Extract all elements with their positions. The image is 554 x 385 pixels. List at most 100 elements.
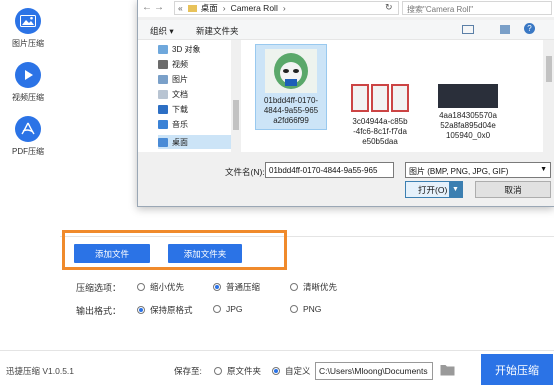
filetype-value: 图片 (BMP, PNG, JPG, GIF) <box>409 167 509 176</box>
image-icon <box>15 8 41 34</box>
pictures-icon <box>158 74 168 84</box>
sidebar-item-label: 视频压缩 <box>12 93 44 102</box>
file-item[interactable]: 3c04944a-c85b -4fc6-8c1f-f7da e50b5daa <box>344 44 416 146</box>
breadcrumb[interactable]: « 桌面 › Camera Roll › <box>174 1 399 15</box>
breadcrumb-desktop[interactable]: 桌面 <box>201 2 218 14</box>
sidebar-item-video-compress[interactable]: 视频压缩 <box>0 62 56 103</box>
tree-item-label: 视频 <box>172 59 188 69</box>
radio-custom-folder[interactable]: 自定义 <box>272 365 311 377</box>
navigation-tree: 3D 对象 视频 图片 文档 下载 音乐 桌面 <box>138 40 242 152</box>
view-options-icon[interactable] <box>462 25 474 34</box>
dialog-nav-row: ← → « 桌面 › Camera Roll › ↻ 搜索"Camera Rol… <box>138 0 554 17</box>
radio-label: 缩小优先 <box>150 282 185 292</box>
play-icon <box>15 62 41 88</box>
document-icon <box>158 89 168 99</box>
file-name-line: 4844-9a55-965 <box>263 106 319 115</box>
file-name-line: e50b5daa <box>362 137 398 146</box>
tree-item-desktop[interactable]: 桌面 <box>158 135 238 149</box>
file-list-scrollbar[interactable] <box>543 40 554 152</box>
radio-original-folder[interactable]: 原文件夹 <box>214 365 261 377</box>
file-open-dialog: ← → « 桌面 › Camera Roll › ↻ 搜索"Camera Rol… <box>137 0 554 207</box>
tree-scrollbar[interactable] <box>231 40 241 152</box>
sidebar-item-pdf-compress[interactable]: PDF压缩 <box>0 116 56 157</box>
pdf-icon <box>15 116 41 142</box>
radio-label: JPG <box>226 304 243 314</box>
output-path-input[interactable]: C:\Users\Mloong\Documents <box>315 362 433 380</box>
save-to-label: 保存至: <box>174 366 202 376</box>
preview-pane-icon[interactable] <box>500 25 510 34</box>
music-icon <box>158 119 168 129</box>
file-name-line: 01bdd4ff-0170- <box>263 96 319 105</box>
scrollbar-thumb[interactable] <box>546 56 552 82</box>
open-dropdown-icon[interactable]: ▼ <box>449 182 462 197</box>
cube-icon <box>158 44 168 54</box>
file-thumbnail <box>350 84 410 114</box>
sidebar: 图片压缩 视频压缩 PDF压缩 <box>0 0 56 350</box>
sidebar-item-image-compress[interactable]: 图片压缩 <box>0 8 56 49</box>
compress-option-label: 压缩选项： <box>76 283 122 293</box>
filetype-select[interactable]: 图片 (BMP, PNG, JPG, GIF) ▼ <box>405 162 551 178</box>
radio-circle <box>214 367 222 375</box>
file-name-line: 52a8fa895d04e <box>440 121 496 130</box>
sidebar-item-label: PDF压缩 <box>12 147 44 156</box>
radio-jpg[interactable]: JPG <box>213 304 243 314</box>
scrollbar-thumb[interactable] <box>233 100 239 130</box>
open-button[interactable]: 打开(O) ▼ <box>405 181 463 198</box>
file-item[interactable]: 4aa184305570a 52a8fa895d04e 105940_0x0 <box>432 44 504 140</box>
radio-label: 自定义 <box>285 366 311 376</box>
tree-item-label: 图片 <box>172 74 188 84</box>
add-folder-button[interactable]: 添加文件夹 <box>168 244 242 263</box>
radio-normal-compress[interactable]: 普通压缩 <box>213 281 260 293</box>
file-name-line: 105940_0x0 <box>445 131 491 140</box>
download-icon <box>158 104 168 114</box>
radio-label: 保持原格式 <box>150 305 193 315</box>
file-item[interactable]: 01bdd4ff-0170- 4844-9a55-965 a2fd66f99 <box>255 44 327 130</box>
file-name-line: -4fc6-8c1f-f7da <box>353 127 407 136</box>
radio-label: 普通压缩 <box>226 282 261 292</box>
add-file-button[interactable]: 添加文件 <box>74 244 150 263</box>
folder-icon[interactable] <box>440 363 455 377</box>
dialog-search-input[interactable]: 搜索"Camera Roll" <box>402 1 552 15</box>
version-label: 迅捷压缩 V1.0.5.1 <box>6 366 75 376</box>
file-thumbnail <box>265 49 317 93</box>
breadcrumb-overflow[interactable]: « <box>178 3 183 13</box>
start-compress-button[interactable]: 开始压缩 <box>481 354 553 385</box>
sidebar-item-label: 图片压缩 <box>12 39 44 48</box>
file-name-line: 3c04944a-c85b <box>352 117 408 126</box>
radio-circle <box>213 283 221 291</box>
tree-item-downloads[interactable]: 下载 <box>158 102 238 116</box>
tree-item-3d-objects[interactable]: 3D 对象 <box>158 42 238 56</box>
radio-label: 清晰优先 <box>303 282 338 292</box>
file-name-line: 4aa184305570a <box>439 111 497 120</box>
video-icon <box>158 59 168 69</box>
tree-item-documents[interactable]: 文档 <box>158 87 238 101</box>
radio-shrink-priority[interactable]: 缩小优先 <box>137 281 184 293</box>
tree-item-videos[interactable]: 视频 <box>158 57 238 71</box>
help-icon[interactable]: ? <box>524 23 535 34</box>
tree-item-pictures[interactable]: 图片 <box>158 72 238 86</box>
footer-bar: 迅捷压缩 V1.0.5.1 保存至: 原文件夹 自定义 C:\Users\Mlo… <box>0 350 554 385</box>
radio-circle <box>213 305 221 313</box>
filename-label: 文件名(N): <box>225 167 265 177</box>
file-thumbnail <box>438 84 498 108</box>
radio-circle <box>137 306 145 314</box>
radio-circle <box>137 283 145 291</box>
file-list: 01bdd4ff-0170- 4844-9a55-965 a2fd66f99 3… <box>242 40 554 152</box>
forward-arrow-icon[interactable]: → <box>154 2 164 13</box>
folder-icon <box>187 4 197 12</box>
back-arrow-icon[interactable]: ← <box>142 2 152 13</box>
radio-keep-format[interactable]: 保持原格式 <box>137 304 193 316</box>
radio-clarity-priority[interactable]: 清晰优先 <box>290 281 337 293</box>
refresh-icon[interactable]: ↻ <box>385 2 393 13</box>
radio-png[interactable]: PNG <box>290 304 321 314</box>
radio-circle <box>290 283 298 291</box>
cancel-button[interactable]: 取消 <box>475 181 551 198</box>
tree-item-music[interactable]: 音乐 <box>158 117 238 131</box>
app-window: 图片压缩 视频压缩 PDF压缩 添加文件 添加文件夹 压缩选项： 缩小优先 普通… <box>0 0 554 385</box>
radio-label: PNG <box>303 304 322 314</box>
radio-label: 原文件夹 <box>227 366 262 376</box>
new-folder-button[interactable]: 新建文件夹 <box>196 25 239 37</box>
filename-input[interactable]: 01bdd4ff-0170-4844-9a55-965 <box>265 162 394 178</box>
organize-menu[interactable]: 组织 ▾ <box>150 25 174 37</box>
breadcrumb-camera-roll[interactable]: Camera Roll <box>231 3 278 13</box>
